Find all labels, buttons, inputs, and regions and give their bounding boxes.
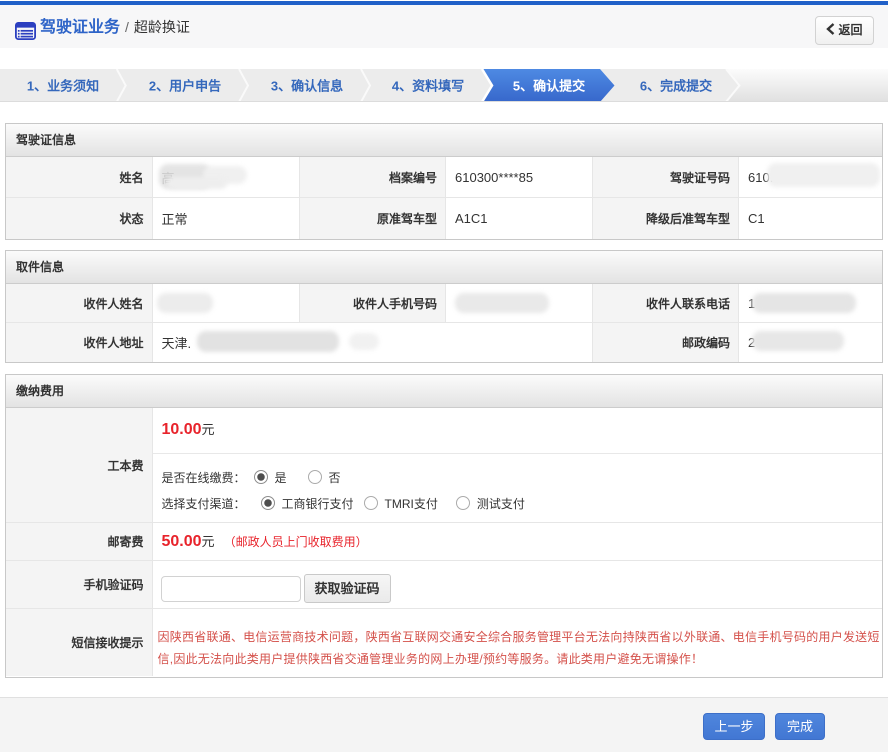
- svg-text:4、资料填写: 4、资料填写: [392, 79, 464, 94]
- svg-text:5、确认提交: 5、确认提交: [513, 79, 585, 94]
- svg-text:6、完成提交: 6、完成提交: [640, 79, 712, 94]
- svg-text:3、确认信息: 3、确认信息: [271, 79, 343, 94]
- svg-text:2、用户申告: 2、用户申告: [149, 79, 221, 94]
- svg-text:1、业务须知: 1、业务须知: [27, 79, 99, 94]
